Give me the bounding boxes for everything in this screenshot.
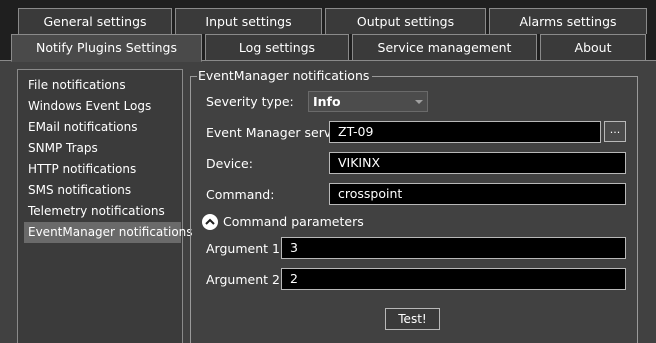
server-input[interactable]: ZT-09 [329,121,601,143]
command-parameters-label: Command parameters [223,214,364,229]
groupbox-title: EventManager notifications [197,68,373,83]
tab-label: Input settings [205,14,292,29]
tab-label: Alarms settings [519,14,617,29]
plugin-item-windows-event-logs[interactable]: Windows Event Logs [24,96,181,117]
device-input[interactable]: VIKINX [329,152,626,174]
tab-alarms-settings[interactable]: Alarms settings [489,8,647,34]
device-label: Device: [206,156,253,171]
argument-1-input[interactable]: 3 [281,237,626,259]
chevron-up-icon[interactable] [202,214,218,230]
tab-label: Output settings [356,14,455,29]
tab-label: Service management [377,40,512,55]
tab-output-settings[interactable]: Output settings [325,8,486,34]
tab-about[interactable]: About [540,34,646,60]
eventmanager-groupbox [190,76,638,343]
plugin-item-http-notifications[interactable]: HTTP notifications [24,159,181,180]
tab-label: About [574,40,612,55]
plugin-list: File notifications Windows Event Logs EM… [17,69,193,343]
command-label: Command: [206,187,275,202]
tab-label: Log settings [238,40,316,55]
test-button[interactable]: Test! [385,308,440,330]
plugin-item-telemetry-notifications[interactable]: Telemetry notifications [24,201,181,222]
chevron-down-icon [415,100,423,104]
argument-2-label: Argument 2: [206,272,285,287]
argument-2-input[interactable]: 2 [281,268,626,290]
tab-general-settings[interactable]: General settings [18,8,172,34]
plugin-item-file-notifications[interactable]: File notifications [24,75,181,96]
argument-1-label: Argument 1: [206,241,285,256]
server-label: Event Manager server: [206,125,349,140]
severity-value: Info [313,94,341,109]
severity-select[interactable]: Info [308,91,428,112]
tab-input-settings[interactable]: Input settings [175,8,322,34]
plugin-item-eventmanager-notifications[interactable]: EventManager notifications [24,222,193,243]
plugin-item-email-notifications[interactable]: EMail notifications [24,117,181,138]
command-input[interactable]: crosspoint [329,183,626,205]
plugin-item-sms-notifications[interactable]: SMS notifications [24,180,181,201]
tab-label: Notify Plugins Settings [36,40,177,55]
severity-label: Severity type: [206,94,294,109]
tab-log-settings[interactable]: Log settings [205,34,349,60]
tab-label: General settings [43,14,147,29]
tab-notify-plugins-settings[interactable]: Notify Plugins Settings [11,34,202,62]
browse-button[interactable]: ... [604,121,626,142]
plugin-item-snmp-traps[interactable]: SNMP Traps [24,138,181,159]
tab-service-management[interactable]: Service management [352,34,537,60]
